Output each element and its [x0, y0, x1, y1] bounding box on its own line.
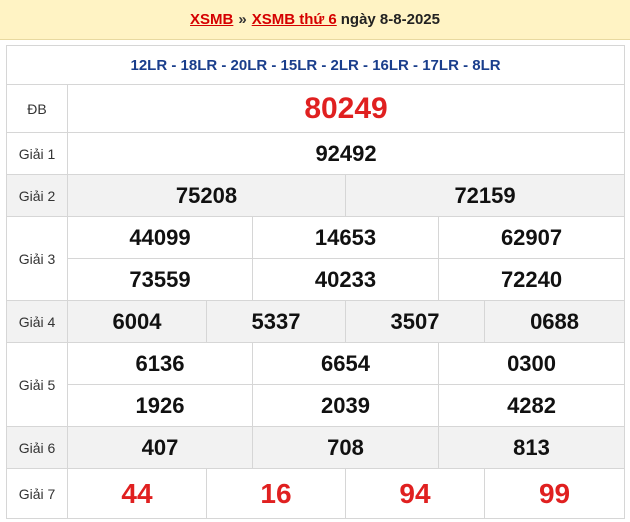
codes-row: 12LR - 18LR - 20LR - 15LR - 2LR - 16LR -… — [5, 45, 626, 85]
prize-row-g1: Giải 1 92492 — [6, 132, 626, 175]
prize-row-g3: Giải 3 44099 14653 62907 — [6, 216, 626, 301]
prize-number: 0300 — [437, 342, 626, 385]
prize-label-g3: Giải 3 — [6, 216, 68, 301]
prize-row-db: ĐB 80249 — [6, 84, 626, 133]
draw-codes: 12LR - 18LR - 20LR - 15LR - 2LR - 16LR -… — [5, 45, 626, 85]
special-prize-number: 80249 — [66, 84, 626, 133]
results-table: 12LR - 18LR - 20LR - 15LR - 2LR - 16LR -… — [5, 45, 626, 519]
prize-number: 6136 — [67, 342, 253, 385]
prize-number: 0688 — [483, 300, 626, 343]
prize-label-g6: Giải 6 — [6, 426, 68, 469]
prize-number: 72159 — [344, 174, 626, 217]
prize-number: 3507 — [345, 300, 485, 343]
prize-number: 44099 — [67, 216, 253, 259]
prize-row-g3b: 73559 40233 72240 — [7, 258, 626, 301]
prize-number: 73559 — [67, 258, 253, 301]
prize-row-g6: Giải 6 407 708 813 — [6, 426, 626, 469]
prize-row-g5b: 1926 2039 4282 — [7, 384, 626, 427]
xsmb-friday-link[interactable]: XSMB thứ 6 — [252, 11, 337, 28]
page-header: XSMB » XSMB thứ 6 ngày 8-8-2025 — [0, 0, 630, 40]
breadcrumb-separator: » — [238, 11, 247, 28]
prize-number: 407 — [67, 426, 253, 469]
prize-label-g1: Giải 1 — [6, 132, 68, 175]
prize-number: 72240 — [437, 258, 626, 301]
prize-label-g4: Giải 4 — [6, 300, 68, 343]
prize-number: 6654 — [252, 342, 439, 385]
prize-label-g5: Giải 5 — [6, 342, 68, 427]
prize-number: 92492 — [66, 132, 626, 175]
prize-label-g2: Giải 2 — [6, 174, 68, 217]
prize-row-g2: Giải 2 75208 72159 — [6, 174, 626, 217]
prize-row-g4: Giải 4 6004 5337 3507 0688 — [6, 300, 626, 343]
draw-date: ngày 8-8-2025 — [340, 11, 440, 28]
prize-number: 14653 — [252, 216, 439, 259]
prize-number: 1926 — [67, 384, 253, 427]
prize-number: 75208 — [67, 174, 346, 217]
prize-number: 4282 — [437, 384, 626, 427]
prize-number: 40233 — [252, 258, 439, 301]
prize-number: 99 — [483, 468, 626, 519]
prize-number: 6004 — [67, 300, 207, 343]
prize-row-g5: Giải 5 6136 6654 0300 — [6, 342, 626, 427]
prize-number: 62907 — [437, 216, 626, 259]
prize-number: 94 — [345, 468, 485, 519]
prize-number: 5337 — [206, 300, 346, 343]
prize-row-g7: Giải 7 44 16 94 99 — [6, 468, 626, 519]
prize-label-g7: Giải 7 — [6, 468, 68, 519]
xsmb-link[interactable]: XSMB — [190, 11, 233, 28]
prize-number: 813 — [437, 426, 626, 469]
prize-number: 2039 — [252, 384, 439, 427]
prize-number: 708 — [252, 426, 439, 469]
prize-number: 16 — [206, 468, 346, 519]
prize-number: 44 — [67, 468, 207, 519]
prize-label-db: ĐB — [6, 84, 68, 133]
